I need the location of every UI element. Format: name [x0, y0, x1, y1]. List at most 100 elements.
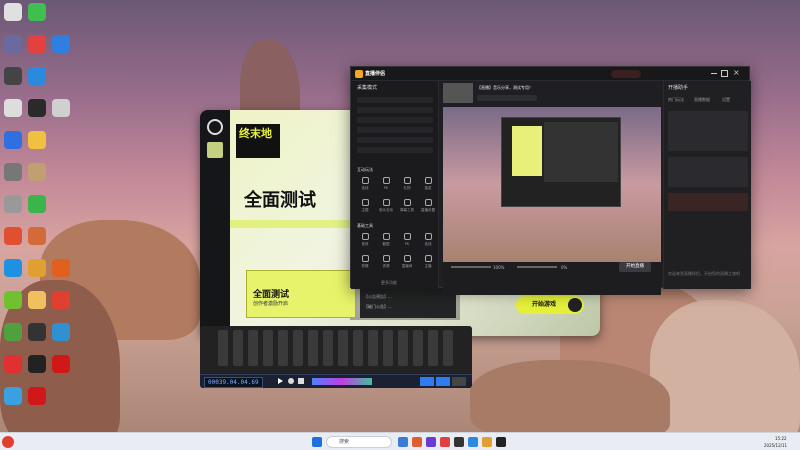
desktop-app-icon[interactable] — [52, 291, 70, 309]
desktop-app-icon[interactable] — [4, 35, 22, 53]
weather-icon[interactable] — [2, 436, 14, 448]
taskbar-app-icon[interactable] — [468, 437, 478, 447]
tool-button[interactable]: 截图 — [376, 233, 396, 249]
assistant-tab[interactable]: 直播数据 — [694, 97, 710, 102]
mixer-channel-fader[interactable] — [308, 330, 318, 366]
stop-icon[interactable] — [298, 378, 304, 384]
tool-button[interactable]: 直播间 — [397, 255, 417, 271]
taskbar-app-icon[interactable] — [426, 437, 436, 447]
tool-button[interactable]: 剪辑 — [355, 255, 375, 271]
more-functions-link[interactable]: 更多功能 — [381, 280, 397, 285]
close-icon[interactable]: × — [733, 69, 740, 77]
mixer-mode-button[interactable] — [436, 377, 450, 386]
desktop-app-icon[interactable] — [52, 323, 70, 341]
mixer-channel-fader[interactable] — [248, 330, 258, 366]
tool-button[interactable]: 主题 — [355, 199, 375, 215]
desktop-app-icon[interactable] — [4, 355, 22, 373]
stream-app-window[interactable]: 直播伴侣 × 采集模式 互动玩法 连线 PK 礼物 抽奖 主题 观众互动 弹幕工具 直播设置 … — [350, 66, 751, 295]
assistant-tab[interactable]: 热门玩法 — [668, 97, 684, 102]
mic-volume-slider[interactable] — [451, 266, 491, 268]
mixer-mode-button[interactable] — [420, 377, 434, 386]
stream-cover-thumbnail[interactable] — [443, 83, 473, 103]
desktop-app-icon[interactable] — [4, 3, 22, 21]
mixer-channel-fader[interactable] — [368, 330, 378, 366]
tool-button[interactable]: 直播设置 — [418, 199, 438, 215]
speaker-volume-slider[interactable] — [517, 266, 557, 268]
tool-button[interactable]: 连线 — [418, 233, 438, 249]
mixer-channel-fader[interactable] — [218, 330, 228, 366]
source-row[interactable] — [357, 117, 433, 123]
desktop-app-icon[interactable] — [4, 67, 22, 85]
desktop-app-icon[interactable] — [4, 291, 22, 309]
tool-button[interactable]: 观众互动 — [376, 199, 396, 215]
desktop-app-icon[interactable] — [28, 131, 46, 149]
desktop-app-icon[interactable] — [4, 99, 22, 117]
mixer-mode-button[interactable] — [452, 377, 466, 386]
desktop-app-icon[interactable] — [4, 163, 22, 181]
stream-preview[interactable]: 100% 0% 开始直播 — [443, 107, 661, 295]
taskbar-search-input[interactable]: 搜索 — [326, 436, 392, 448]
taskbar-app-icon[interactable] — [412, 437, 422, 447]
source-row[interactable] — [357, 107, 433, 113]
audio-mixer-window[interactable]: 00039.04.04.69 — [200, 326, 472, 388]
mixer-channel-fader[interactable] — [338, 330, 348, 366]
mixer-channel-fader[interactable] — [263, 330, 273, 366]
mixer-channel-fader[interactable] — [413, 330, 423, 366]
tool-button[interactable]: 连线 — [355, 177, 375, 193]
news-item[interactable]: 【破门公告】... — [364, 304, 392, 309]
game-avatar-icon[interactable] — [207, 142, 223, 158]
desktop-app-icon[interactable] — [28, 355, 46, 373]
source-row[interactable] — [357, 147, 433, 153]
desktop-app-icon[interactable] — [28, 323, 46, 341]
minimize-icon[interactable] — [711, 73, 717, 79]
news-item[interactable]: 【公告预告】... — [364, 294, 392, 299]
event-card[interactable]: 全面测试 创作者激励开启 — [246, 270, 356, 318]
source-row[interactable] — [357, 137, 433, 143]
desktop-app-icon[interactable] — [4, 227, 22, 245]
start-icon[interactable] — [312, 437, 322, 447]
mixer-channel-fader[interactable] — [428, 330, 438, 366]
taskbar-app-icon[interactable] — [440, 437, 450, 447]
taskbar-app-icon[interactable] — [482, 437, 492, 447]
desktop-app-icon[interactable] — [4, 323, 22, 341]
desktop-app-icon[interactable] — [52, 35, 70, 53]
desktop-app-icon[interactable] — [4, 387, 22, 405]
source-row[interactable] — [357, 97, 433, 103]
mixer-channel-fader[interactable] — [353, 330, 363, 366]
taskbar-app-icon[interactable] — [454, 437, 464, 447]
desktop-app-icon[interactable] — [52, 259, 70, 277]
desktop-app-icon[interactable] — [28, 195, 46, 213]
tool-button[interactable]: 弹幕工具 — [397, 199, 417, 215]
desktop-app-icon[interactable] — [28, 99, 46, 117]
tool-button[interactable]: 抽奖 — [418, 177, 438, 193]
start-live-button[interactable]: 开始直播 — [619, 262, 651, 272]
desktop-app-icon[interactable] — [28, 163, 46, 181]
record-icon[interactable] — [288, 378, 294, 384]
desktop-app-icon[interactable] — [28, 387, 46, 405]
mixer-channel-fader[interactable] — [233, 330, 243, 366]
desktop-app-icon[interactable] — [28, 259, 46, 277]
tool-button[interactable]: PK — [376, 177, 396, 193]
menu-icon[interactable] — [568, 298, 582, 312]
mixer-channel-fader[interactable] — [383, 330, 393, 366]
capture-mode-label[interactable]: 采集模式 — [357, 85, 377, 91]
stream-title[interactable]: 【直播】音乐分享，测试专用！ — [477, 85, 533, 90]
desktop-app-icon[interactable] — [4, 131, 22, 149]
mixer-channel-fader[interactable] — [443, 330, 453, 366]
mixer-channel-fader[interactable] — [293, 330, 303, 366]
desktop-app-icon[interactable] — [4, 259, 22, 277]
mixer-channel-fader[interactable] — [398, 330, 408, 366]
desktop-app-icon[interactable] — [28, 67, 46, 85]
source-row[interactable] — [357, 127, 433, 133]
play-icon[interactable] — [278, 378, 283, 384]
desktop-app-icon[interactable] — [52, 355, 70, 373]
desktop-app-icon[interactable] — [28, 35, 46, 53]
tool-button[interactable]: 礼物 — [397, 177, 417, 193]
taskbar-app-icon[interactable] — [496, 437, 506, 447]
desktop-app-icon[interactable] — [4, 195, 22, 213]
desktop-app-icon[interactable] — [28, 3, 46, 21]
desktop-app-icon[interactable] — [52, 99, 70, 117]
record-status-badge[interactable] — [611, 70, 641, 78]
taskbar-app-icon[interactable] — [398, 437, 408, 447]
assistant-tab[interactable]: 设置 — [722, 97, 730, 102]
